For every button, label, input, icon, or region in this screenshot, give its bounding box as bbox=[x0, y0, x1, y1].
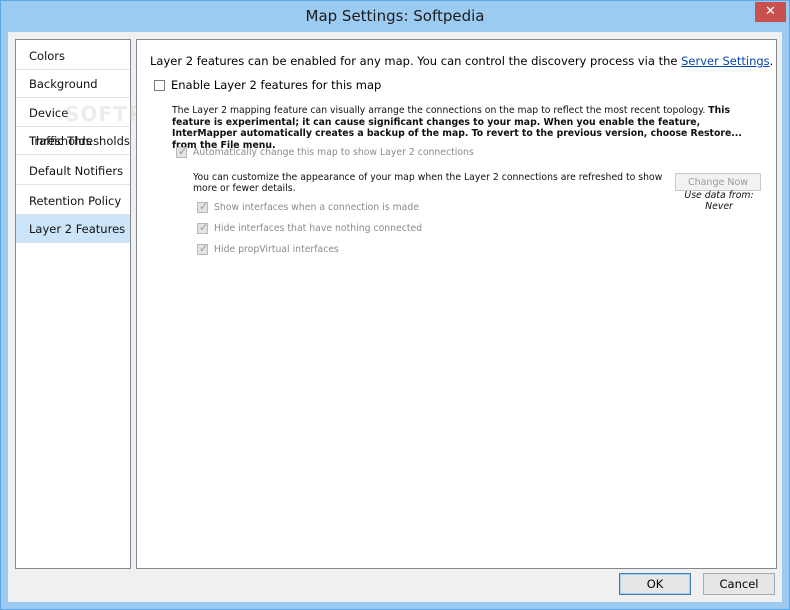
customize-text: You can customize the appearance of your… bbox=[193, 172, 663, 194]
sidebar-item-retention-policy[interactable]: Retention Policy bbox=[16, 187, 130, 215]
show-interfaces-label[interactable]: Show interfaces when a connection is mad… bbox=[214, 202, 419, 213]
intro-end: . bbox=[769, 54, 774, 68]
sidebar-item-colors[interactable]: Colors bbox=[16, 42, 130, 70]
show-interfaces-checkbox[interactable]: ✓ bbox=[197, 200, 209, 213]
change-now-button[interactable]: Change Now bbox=[675, 173, 761, 191]
auto-change-label[interactable]: Automatically change this map to show La… bbox=[193, 147, 474, 158]
map-settings-window: Map Settings: Softpedia ✕ Colors Backgro… bbox=[0, 0, 790, 610]
title-bar[interactable]: Map Settings: Softpedia ✕ bbox=[1, 1, 789, 32]
hide-virtual-checkbox[interactable]: ✓ bbox=[197, 242, 209, 255]
ok-button[interactable]: OK bbox=[619, 573, 691, 595]
server-settings-link[interactable]: Server Settings bbox=[681, 54, 770, 68]
check-mark-icon: ✓ bbox=[178, 145, 188, 158]
enable-layer2-label[interactable]: Enable Layer 2 features for this map bbox=[171, 78, 381, 92]
auto-change-checkbox[interactable]: ✓ bbox=[176, 145, 188, 158]
hide-unconnected-checkbox[interactable]: ✓ bbox=[197, 221, 209, 234]
check-mark-icon: ✓ bbox=[199, 242, 209, 255]
layer2-settings-panel: Layer 2 features can be enabled for any … bbox=[136, 39, 777, 569]
enable-layer2-checkbox[interactable] bbox=[154, 80, 165, 91]
sidebar-item-default-notifiers[interactable]: Default Notifiers bbox=[16, 157, 130, 185]
sidebar-item-traffic-thresholds[interactable]: Traffic Thresholds bbox=[16, 127, 130, 155]
check-mark-icon: ✓ bbox=[199, 200, 209, 213]
layer2-description: The Layer 2 mapping feature can visually… bbox=[172, 105, 767, 151]
hide-virtual-label[interactable]: Hide propVirtual interfaces bbox=[214, 244, 339, 255]
intro-text: Layer 2 features can be enabled for any … bbox=[150, 54, 773, 68]
sidebar-item-layer-2-features[interactable]: Layer 2 Features bbox=[16, 215, 130, 243]
close-icon[interactable]: ✕ bbox=[755, 2, 786, 22]
window-title: Map Settings: Softpedia bbox=[305, 7, 485, 25]
sidebar-item-background[interactable]: Background bbox=[16, 70, 130, 98]
use-data-from: Use data from: Never bbox=[677, 190, 761, 212]
use-data-value: Never bbox=[705, 201, 733, 212]
dialog-body: Colors Background Device Thresholds Traf… bbox=[8, 32, 782, 602]
intro-sentence: Layer 2 features can be enabled for any … bbox=[150, 54, 682, 68]
use-data-label: Use data from: bbox=[684, 190, 754, 201]
hide-unconnected-label[interactable]: Hide interfaces that have nothing connec… bbox=[214, 223, 422, 234]
description-plain: The Layer 2 mapping feature can visually… bbox=[172, 105, 709, 116]
cancel-button[interactable]: Cancel bbox=[703, 573, 775, 595]
check-mark-icon: ✓ bbox=[199, 221, 209, 234]
